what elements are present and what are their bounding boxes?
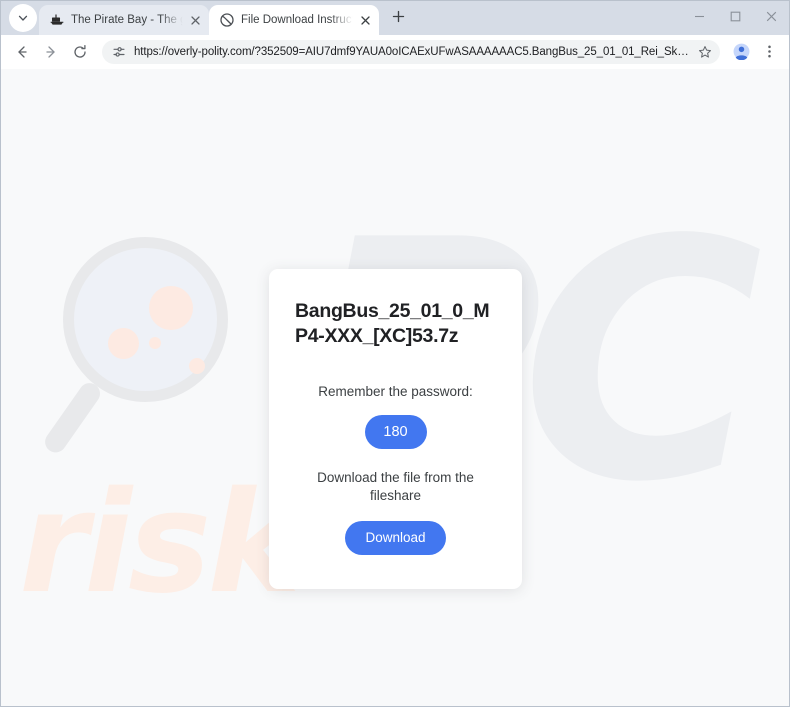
plus-icon [392, 10, 405, 28]
magnifier-dot [149, 337, 161, 349]
tab-close-icon[interactable] [357, 12, 373, 28]
tab-title: The Pirate Bay - The galaxy's m [71, 14, 185, 26]
password-label: Remember the password: [318, 384, 473, 399]
magnifier-dot [149, 286, 193, 330]
close-icon [766, 11, 776, 21]
browser-window: The Pirate Bay - The galaxy's m File Dow… [0, 0, 790, 707]
tune-settings-icon[interactable] [111, 44, 126, 59]
fileshare-label: Download the file from the fileshare [317, 470, 474, 503]
tab-strip: The Pirate Bay - The galaxy's m File Dow… [1, 1, 789, 35]
magnifier-lens [63, 237, 228, 402]
magnifier-handle [41, 378, 105, 457]
star-icon[interactable] [696, 43, 714, 61]
url-text: https://overly-polity.com/?352509=AIU7dm… [134, 45, 692, 58]
forward-button[interactable] [38, 39, 64, 65]
close-button[interactable] [753, 1, 789, 31]
watermark-risk: risk [19, 462, 300, 625]
globe-icon [219, 13, 234, 28]
back-button[interactable] [9, 39, 35, 65]
magnifier-dot [108, 328, 139, 359]
forward-arrow-icon [46, 45, 55, 58]
back-arrow-icon [18, 45, 27, 58]
profile-avatar-icon [733, 43, 749, 60]
magnifier-icon [41, 237, 253, 467]
chevron-down-icon [17, 12, 29, 24]
minimize-icon [694, 15, 704, 17]
browser-toolbar: https://overly-polity.com/?352509=AIU7dm… [1, 35, 789, 69]
maximize-icon [730, 11, 740, 21]
tab-title: File Download Instructions for E [241, 14, 355, 26]
maximize-button[interactable] [717, 1, 753, 31]
reload-icon [74, 44, 86, 58]
password-value-button[interactable]: 180 [364, 415, 427, 449]
page-viewport: PC risk BangBus_25_01_0_MP4-XXX_[XC]53.7… [1, 69, 789, 706]
magnifier-dot [189, 358, 205, 374]
reload-button[interactable] [67, 39, 93, 65]
download-button[interactable]: Download [345, 521, 446, 555]
browser-menu-button[interactable] [757, 40, 781, 64]
tab-close-icon[interactable] [187, 12, 203, 28]
profile-avatar[interactable] [729, 40, 753, 64]
download-instructions-card: BangBus_25_01_0_MP4-XXX_[XC]53.7z Rememb… [269, 269, 522, 589]
browser-tab-pirate-bay[interactable]: The Pirate Bay - The galaxy's m [39, 5, 209, 35]
minimize-button[interactable] [681, 1, 717, 31]
tab-search-button[interactable] [9, 4, 37, 32]
address-bar[interactable]: https://overly-polity.com/?352509=AIU7dm… [102, 39, 720, 64]
window-controls [681, 1, 789, 35]
pirate-ship-icon [49, 13, 64, 28]
browser-tab-file-download-instructions[interactable]: File Download Instructions for E [209, 5, 379, 35]
new-tab-button[interactable] [385, 6, 411, 32]
three-dot-menu-icon [767, 45, 771, 58]
file-name-title: BangBus_25_01_0_MP4-XXX_[XC]53.7z [295, 300, 490, 347]
